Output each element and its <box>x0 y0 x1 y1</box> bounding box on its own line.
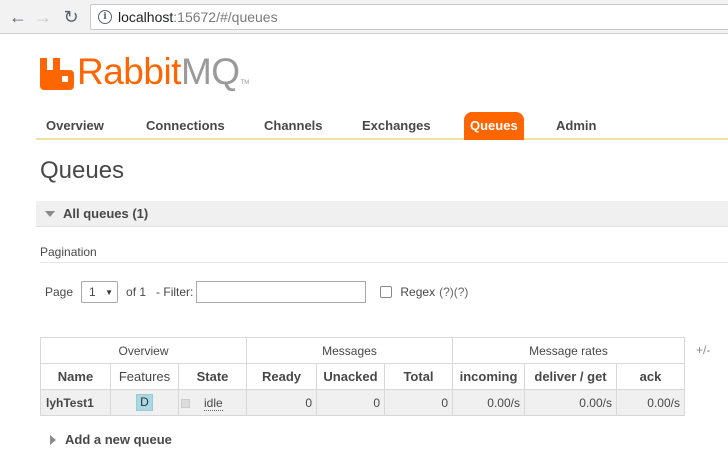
regex-label: Regex <box>400 285 436 299</box>
expand-triangle-icon <box>50 434 56 445</box>
table-row[interactable]: lyhTest1 D idle 0 0 0 0.00/s 0.00/s 0.00… <box>40 389 685 416</box>
menu-connections[interactable]: Connections <box>140 112 231 140</box>
queue-name-link[interactable]: lyhTest1 <box>40 389 111 416</box>
pagination-divider <box>40 262 728 263</box>
logo-wordmark: RabbitMQ <box>77 53 240 90</box>
regex-checkbox[interactable] <box>380 286 393 298</box>
group-message-rates: Message rates <box>452 337 685 364</box>
page-title: Queues <box>40 157 125 184</box>
page-select[interactable]: 1 ▼ <box>81 281 119 303</box>
col-deliver-get[interactable]: deliver / get <box>524 363 617 390</box>
menu-exchanges[interactable]: Exchanges <box>356 112 437 140</box>
col-name[interactable]: Name <box>40 363 111 390</box>
page-select-value: 1 <box>89 285 96 299</box>
pagination-controls: Page 1 ▼ of 1 - Filter: Regex (?)(?) <box>45 281 468 303</box>
col-incoming[interactable]: incoming <box>452 363 525 390</box>
unacked-value: 0 <box>316 389 385 416</box>
features-cell: D <box>110 389 179 416</box>
incoming-rate: 0.00/s <box>452 389 525 416</box>
state-label: idle <box>204 395 223 411</box>
menu-overview[interactable]: Overview <box>40 112 110 140</box>
total-value: 0 <box>384 389 453 416</box>
add-queue-label: Add a new queue <box>65 432 172 447</box>
main-menu: Overview Connections Channels Exchanges … <box>36 112 728 140</box>
logo-brand-rabbit: Rabbit <box>77 51 181 92</box>
col-features: Features <box>110 363 179 390</box>
back-arrow-icon[interactable]: ← <box>7 6 29 28</box>
column-toggle-link[interactable]: +/- <box>696 343 710 357</box>
reload-icon[interactable]: ↻ <box>60 6 82 28</box>
col-unacked[interactable]: Unacked <box>316 363 385 390</box>
url-path: :15672/#/queues <box>173 9 278 25</box>
pagination-label: Pagination <box>40 245 97 259</box>
col-ack[interactable]: ack <box>616 363 685 390</box>
rabbitmq-logo-icon <box>40 58 74 90</box>
ready-value: 0 <box>246 389 317 416</box>
col-state[interactable]: State <box>178 363 247 390</box>
add-queue-toggle[interactable]: Add a new queue <box>50 432 172 447</box>
address-bar[interactable]: i localhost:15672/#/queues <box>90 4 728 30</box>
all-queues-section-toggle[interactable]: All queues (1) <box>36 201 728 227</box>
state-indicator-icon <box>181 398 190 408</box>
group-overview: Overview <box>40 337 247 364</box>
group-messages: Messages <box>246 337 453 364</box>
logo-trademark: TM <box>240 80 250 86</box>
menu-admin[interactable]: Admin <box>550 112 602 140</box>
forward-arrow-icon[interactable]: → <box>32 6 54 28</box>
ack-rate: 0.00/s <box>616 389 685 416</box>
info-icon[interactable]: i <box>98 10 112 24</box>
filter-input[interactable] <box>196 281 367 303</box>
menu-queues[interactable]: Queues <box>464 112 524 140</box>
col-ready[interactable]: Ready <box>246 363 317 390</box>
menu-channels[interactable]: Channels <box>258 112 329 140</box>
filter-label: - Filter: <box>156 285 194 299</box>
state-cell: idle <box>178 389 247 416</box>
dropdown-arrow-icon: ▼ <box>105 287 114 297</box>
deliver-get-rate: 0.00/s <box>524 389 617 416</box>
url-host: localhost <box>118 9 174 25</box>
regex-help-link[interactable]: (?)(?) <box>439 285 468 299</box>
logo-brand-mq: MQ <box>180 51 240 92</box>
durable-badge: D <box>136 394 153 411</box>
section-title: All queues (1) <box>63 206 149 221</box>
rabbitmq-logo[interactable]: RabbitMQ TM <box>40 50 249 90</box>
page-label: Page <box>45 285 74 299</box>
page-count: of 1 <box>126 285 147 299</box>
browser-toolbar: ← → ↻ i localhost:15672/#/queues <box>0 0 728 34</box>
collapse-triangle-icon <box>45 210 55 217</box>
queues-table: Overview Messages Message rates Name Fea… <box>40 337 685 416</box>
col-total[interactable]: Total <box>384 363 453 390</box>
